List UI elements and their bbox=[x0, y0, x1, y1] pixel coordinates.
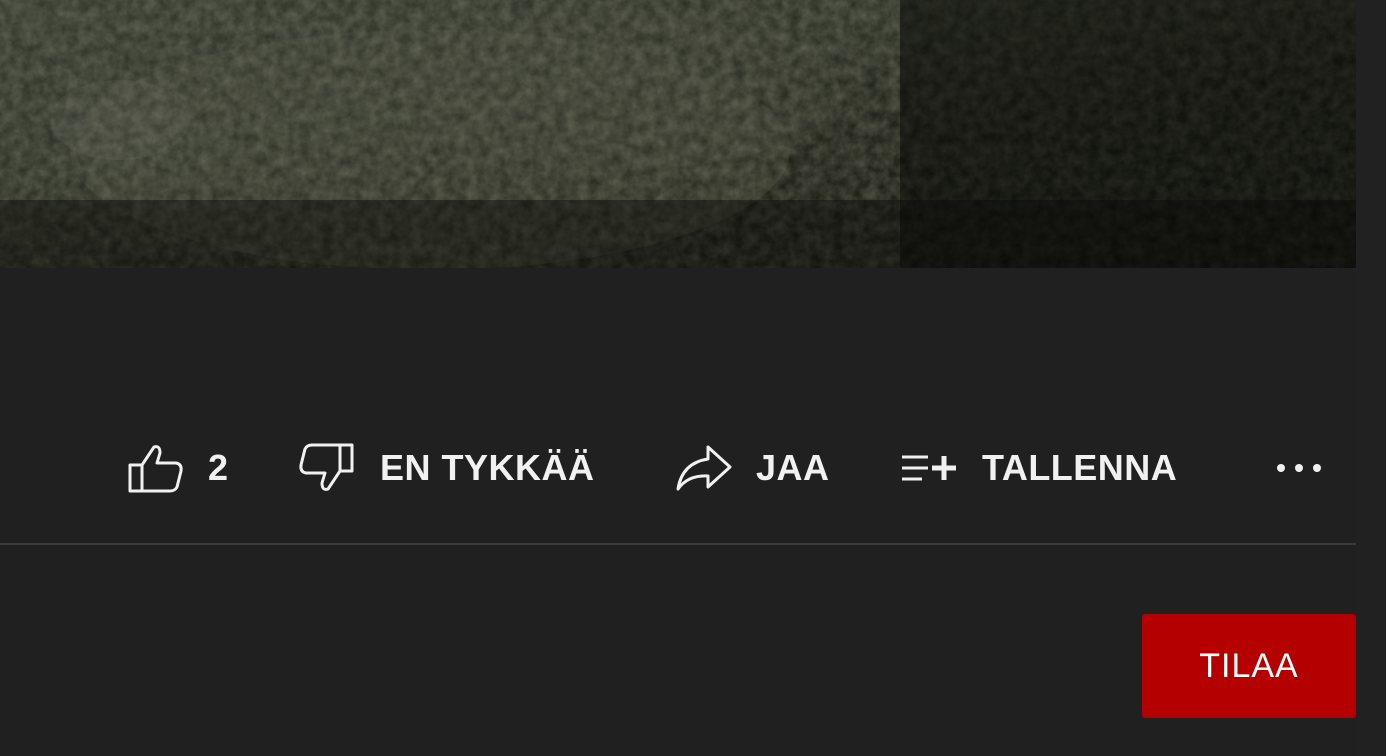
playlist-add-icon bbox=[898, 441, 960, 495]
share-arrow-icon bbox=[674, 441, 734, 495]
dislike-label: EN TYKKÄÄ bbox=[380, 447, 595, 488]
video-player[interactable] bbox=[0, 0, 1356, 268]
page: 2 EN TYKKÄÄ JAA TALLENNA TILAA bbox=[0, 0, 1386, 756]
scrollbar-track[interactable] bbox=[1356, 0, 1386, 756]
divider bbox=[0, 543, 1356, 545]
subscribe-button[interactable]: TILAA bbox=[1142, 614, 1356, 718]
more-actions-button[interactable] bbox=[1264, 428, 1334, 508]
dislike-button[interactable]: EN TYKKÄÄ bbox=[298, 428, 595, 508]
more-horizontal-icon bbox=[1274, 461, 1324, 475]
save-button[interactable]: TALLENNA bbox=[898, 428, 1177, 508]
save-label: TALLENNA bbox=[982, 447, 1178, 488]
video-frame bbox=[0, 0, 1356, 268]
like-count: 2 bbox=[208, 447, 229, 488]
thumbs-up-icon bbox=[126, 441, 184, 495]
thumbs-down-icon bbox=[298, 441, 356, 495]
share-label: JAA bbox=[756, 447, 830, 488]
share-button[interactable]: JAA bbox=[674, 428, 830, 508]
video-actions-bar: 2 EN TYKKÄÄ JAA TALLENNA bbox=[0, 428, 1356, 508]
like-button[interactable]: 2 bbox=[126, 428, 229, 508]
